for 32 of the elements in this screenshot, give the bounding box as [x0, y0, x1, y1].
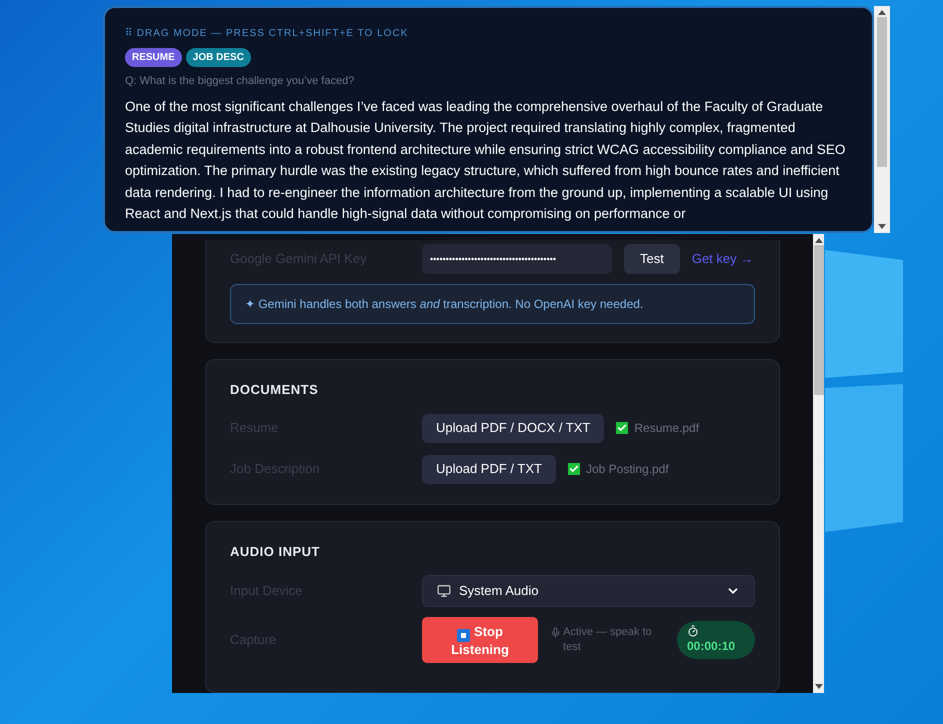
scrollbar-thumb[interactable] — [814, 245, 824, 395]
capture-status: Active — speak to test — [563, 625, 653, 655]
timer-text: 00:00:10 — [687, 638, 736, 655]
answer-text: One of the most significant challenges I’ve faced was leading the comprehensive overhaul of the Faculty of Graduate Studies digital infrastructure at Dalhousie University. The project required translating highly complex, fragmented academic requirements into a robust frontend architecture while ensuring strict WCAG accessibility compliance and SEO optimization. The primary hurdle was the existing legacy structure, which suffered from high bounce rates and inefficient data rendering. I had to re-engineer the information architecture from the ground up, implementing a scalable UI using React and Next.js that could handle high-signal data without compromising on performance or — [125, 98, 846, 223]
settings-scrollbar[interactable] — [813, 234, 824, 693]
test-button[interactable]: Test — [624, 244, 680, 274]
question-text: Q: What is the biggest challenge you’ve faced? — [125, 74, 356, 89]
scroll-up-icon[interactable] — [878, 10, 886, 15]
get-key-link[interactable]: Get key → — [692, 249, 754, 269]
mic-icon — [550, 627, 561, 638]
stop-icon — [457, 628, 470, 642]
api-key-field[interactable]: •••••••••••••••••••••••••••••••••••••••• — [422, 244, 612, 274]
file-name: Job Posting.pdf — [586, 461, 669, 478]
scroll-down-icon[interactable] — [878, 224, 886, 228]
stop-listening-button[interactable]: Stop Listening — [422, 617, 538, 663]
device-select[interactable]: System Audio — [422, 575, 755, 607]
section-title: AUDIO INPUT — [230, 542, 321, 560]
section-title: DOCUMENTS — [230, 381, 320, 399]
stopwatch-icon — [687, 625, 699, 637]
scroll-down-icon[interactable] — [814, 684, 822, 689]
overlay-scrollbar[interactable] — [874, 6, 890, 232]
select-value: System Audio — [459, 582, 540, 600]
source-tag: JOB DESC — [186, 48, 251, 67]
file-name: Resume.pdf — [634, 420, 700, 437]
drag-mode-hint: ⠿ DRAG MODE — PRESS CTRL+SHIFT+E TO LOCK — [125, 27, 410, 41]
upload-button[interactable]: Upload PDF / TXT — [422, 454, 556, 484]
monitor-icon — [437, 584, 451, 598]
info-note: ✦ Gemini handles both answers and transcription. No OpenAI key needed. — [230, 284, 755, 324]
source-tag: RESUME — [125, 48, 182, 67]
upload-button[interactable]: Upload PDF / DOCX / TXT — [422, 414, 604, 442]
scroll-up-icon[interactable] — [814, 238, 822, 243]
scrollbar-thumb[interactable] — [877, 17, 887, 167]
